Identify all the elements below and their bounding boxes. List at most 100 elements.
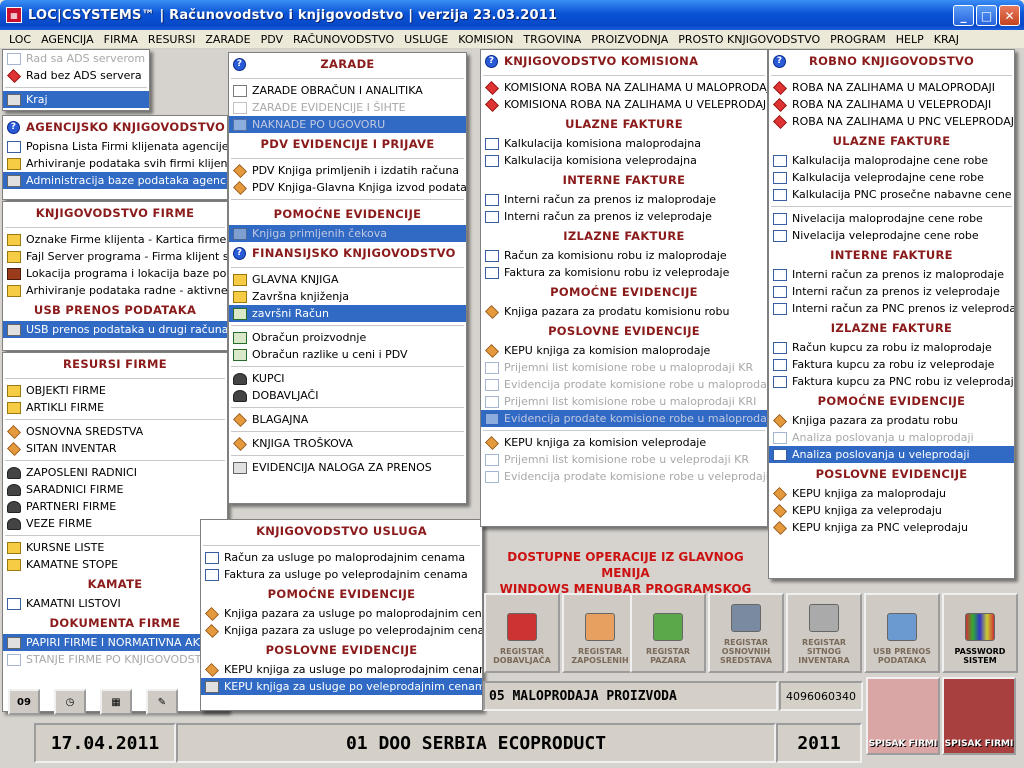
menu-item-prijemni-kr[interactable]: Prijemni list komisione robe u maloproda… bbox=[481, 359, 767, 376]
menu-item-prijemni-kri[interactable]: Prijemni list komisione robe u maloproda… bbox=[481, 393, 767, 410]
calculator-icon[interactable]: ▦ bbox=[100, 689, 132, 715]
registar-zaposlenih-button[interactable]: REGISTAR ZAPOSLENIH bbox=[562, 593, 638, 673]
menu-item-nivel-malo[interactable]: Nivelacija maloprodajne cene robe bbox=[769, 210, 1014, 227]
menubar-item-resursi[interactable]: RESURSI bbox=[143, 33, 201, 46]
menu-item-saradnici[interactable]: SARADNICI FIRME bbox=[3, 481, 227, 498]
menu-item-arhiviranje-radne[interactable]: Arhiviranje podataka radne - aktivne fir… bbox=[3, 282, 227, 299]
menubar-item-loc[interactable]: LOC bbox=[4, 33, 36, 46]
menu-item-lokacija[interactable]: Lokacija programa i lokacija baze podata… bbox=[3, 265, 227, 282]
menu-item-kalk-malo[interactable]: Kalkulacija maloprodajne cene robe bbox=[769, 152, 1014, 169]
menu-item-roba-velo[interactable]: ROBA NA ZALIHAMA U VELEPRODAJI bbox=[769, 96, 1014, 113]
menu-item-pdv-glavna[interactable]: PDV Knjiga-Glavna Knjiga izvod podataka bbox=[229, 179, 466, 196]
menu-item-kepu-malo[interactable]: KEPU knjiga za usluge po maloprodajnim c… bbox=[201, 661, 482, 678]
menu-item-kepu-veleprodaja[interactable]: KEPU knjiga za veleprodaju bbox=[769, 502, 1014, 519]
menu-item-blagajna[interactable]: BLAGAJNA bbox=[229, 411, 466, 428]
menu-item-kraj[interactable]: Kraj bbox=[3, 91, 149, 108]
menu-item-interni-kom-velo[interactable]: Interni račun za prenos iz veleprodaje bbox=[481, 208, 767, 225]
menu-item-knjiga-pazara[interactable]: Knjiga pazara za prodatu robu bbox=[769, 412, 1014, 429]
menu-item-evidencija-naloga[interactable]: EVIDENCIJA NALOGA ZA PRENOS bbox=[229, 459, 466, 476]
menu-item-komisiona-velo[interactable]: KOMISIONA ROBA NA ZALIHAMA U VELEPRODAJI bbox=[481, 96, 767, 113]
menu-item-kepu-velo[interactable]: KEPU knjiga za usluge po veleprodajnim c… bbox=[201, 678, 482, 695]
usb-prenos-button[interactable]: USB PRENOS PODATAKA bbox=[864, 593, 940, 673]
menu-item-zavrsna-knjizenja[interactable]: Završna knjiženja bbox=[229, 288, 466, 305]
menu-item-faktura-kupcu[interactable]: Faktura kupcu za robu iz veleprodaje bbox=[769, 356, 1014, 373]
menu-item-pazar-malo[interactable]: Knjiga pazara za usluge po maloprodajnim… bbox=[201, 605, 482, 622]
menu-item-evidencija-kri1[interactable]: Evidencija prodate komisione robe u malo… bbox=[481, 410, 767, 427]
menu-item-nivel-velo[interactable]: Nivelacija veleprodajne cene robe bbox=[769, 227, 1014, 244]
menu-item-knjiga-troskova[interactable]: KNJIGA TROŠKOVA bbox=[229, 435, 466, 452]
registar-sitnog-inventara-button[interactable]: REGISTAR SITNOG INVENTARA bbox=[786, 593, 862, 673]
menu-item-kamatne-stope[interactable]: KAMATNE STOPE bbox=[3, 556, 227, 573]
menu-item-kalk-velo[interactable]: Kalkulacija veleprodajne cene robe bbox=[769, 169, 1014, 186]
menubar-item-proizvodnja[interactable]: PROIZVODNJA bbox=[586, 33, 673, 46]
menu-item-oznake-firme[interactable]: Oznake Firme klijenta - Kartica firme bbox=[3, 231, 227, 248]
clock-icon[interactable]: ◷ bbox=[54, 689, 86, 715]
menu-item-partneri[interactable]: PARTNERI FIRME bbox=[3, 498, 227, 515]
menu-item-prijemni-velo-kr[interactable]: Prijemni list komisione robe u veleproda… bbox=[481, 451, 767, 468]
menu-item-arhiviranje[interactable]: Arhiviranje podataka svih firmi klijenat… bbox=[3, 155, 227, 172]
menu-item-fajl-server[interactable]: Fajl Server programa - Firma klijent ser… bbox=[3, 248, 227, 265]
menubar-item-firma[interactable]: FIRMA bbox=[99, 33, 143, 46]
menubar-item-kraj[interactable]: KRAJ bbox=[929, 33, 964, 46]
menu-item-analiza-malo[interactable]: Analiza poslovanja u maloprodaji bbox=[769, 429, 1014, 446]
menu-item-zarade-obracun[interactable]: ZARADE OBRAČUN I ANALITIKA bbox=[229, 82, 466, 99]
menu-item-kepu-kom-malo[interactable]: KEPU knjiga za komision maloprodaje bbox=[481, 342, 767, 359]
menu-item-kalk-pnc[interactable]: Kalkulacija PNC prosečne nabavne cene bbox=[769, 186, 1014, 203]
menu-item-zavrsni-racun[interactable]: završni Račun bbox=[229, 305, 466, 322]
menu-item-dobavljaci[interactable]: DOBAVLJAČI bbox=[229, 387, 466, 404]
menu-item-evidencija-kr1[interactable]: Evidencija prodate komisione robe u malo… bbox=[481, 376, 767, 393]
password-sistem-button[interactable]: PASSWORD SISTEM bbox=[942, 593, 1018, 673]
menu-item-pazar-kom[interactable]: Knjiga pazara za prodatu komisionu robu bbox=[481, 303, 767, 320]
spisak-firmi-button-2[interactable]: SPISAK FIRMI bbox=[942, 677, 1016, 755]
menu-item-kepu-maloprodaja[interactable]: KEPU knjiga za maloprodaju bbox=[769, 485, 1014, 502]
menu-item-kursne-liste[interactable]: KURSNE LISTE bbox=[3, 539, 227, 556]
menu-item-objekti[interactable]: OBJEKTI FIRME bbox=[3, 382, 227, 399]
menu-item-ads-server[interactable]: Rad sa ADS serverom bbox=[3, 50, 149, 67]
menu-item-zarade-evidencije[interactable]: ZARADE EVIDENCIJE I ŠIHTE bbox=[229, 99, 466, 116]
menu-item-interni-pnc[interactable]: Interni račun za PNC prenos iz veleproda… bbox=[769, 300, 1014, 317]
close-button[interactable]: ✕ bbox=[999, 5, 1020, 26]
spisak-firmi-button-1[interactable]: SPISAK FIRMI bbox=[866, 677, 940, 755]
menubar-item-ra-unovodstvo[interactable]: RAČUNOVODSTVO bbox=[288, 33, 399, 46]
menu-item-pazar-velo[interactable]: Knjiga pazara za usluge po veleprodajnim… bbox=[201, 622, 482, 639]
menu-item-interni-malo[interactable]: Interni račun za prenos iz maloprodaje bbox=[769, 266, 1014, 283]
menu-item-kalk-kom-malo[interactable]: Kalkulacija komisiona maloprodajna bbox=[481, 135, 767, 152]
menu-item-kamatni-listovi[interactable]: KAMATNI LISTOVI bbox=[3, 595, 227, 612]
menu-item-faktura-pnc[interactable]: Faktura kupcu za PNC robu iz veleprodaje bbox=[769, 373, 1014, 390]
menubar-item-prosto-knjigovodstvo[interactable]: PROSTO KNJIGOVODSTVO bbox=[673, 33, 825, 46]
menu-item-papiri-firme[interactable]: PAPIRI FIRME I NORMATIVNA AKTA bbox=[3, 634, 227, 651]
menu-item-faktura-kom[interactable]: Faktura za komisionu robu iz veleprodaje bbox=[481, 264, 767, 281]
menubar-item-zarade[interactable]: ZARADE bbox=[200, 33, 255, 46]
menu-item-roba-pnc[interactable]: ROBA NA ZALIHAMA U PNC VELEPRODAJI bbox=[769, 113, 1014, 130]
menu-item-racun-usluge[interactable]: Račun za usluge po maloprodajnim cenama bbox=[201, 549, 482, 566]
maximize-button[interactable]: □ bbox=[976, 5, 997, 26]
menu-item-veze[interactable]: VEZE FIRME bbox=[3, 515, 227, 532]
menu-item-roba-malo[interactable]: ROBA NA ZALIHAMA U MALOPRODAJI bbox=[769, 79, 1014, 96]
menubar-item-help[interactable]: HELP bbox=[891, 33, 929, 46]
menu-item-knjiga-cekova[interactable]: Knjiga primljenih čekova bbox=[229, 225, 466, 242]
menubar-item-trgovina[interactable]: TRGOVINA bbox=[518, 33, 586, 46]
registar-pazara-button[interactable]: REGISTAR PAZARA bbox=[630, 593, 706, 673]
menu-item-kupci[interactable]: KUPCI bbox=[229, 370, 466, 387]
menu-item-pdv-knjiga[interactable]: PDV Knjiga primljenih i izdatih računa bbox=[229, 162, 466, 179]
menu-item-interni-velo[interactable]: Interni račun za prenos iz veleprodaje bbox=[769, 283, 1014, 300]
registar-osnovnih-sredstava-button[interactable]: REGISTAR OSNOVNIH SREDSTAVA bbox=[708, 593, 784, 673]
menu-item-kepu-kom-velo[interactable]: KEPU knjiga za komision veleprodaje bbox=[481, 434, 767, 451]
menu-item-evidencija-velo-kr1[interactable]: Evidencija prodate komisione robe u vele… bbox=[481, 468, 767, 485]
menu-item-komisiona-malo[interactable]: KOMISIONA ROBA NA ZALIHAMA U MALOPRODAJI bbox=[481, 79, 767, 96]
menu-item-administracija[interactable]: Administracija baze podataka agencije bbox=[3, 172, 227, 189]
pen-icon[interactable]: ✎ bbox=[146, 689, 178, 715]
menu-item-kalk-kom-velo[interactable]: Kalkulacija komisiona veleprodajna bbox=[481, 152, 767, 169]
menu-item-obracun-proizvodnje[interactable]: Obračun proizvodnje bbox=[229, 329, 466, 346]
menubar-item-usluge[interactable]: USLUGE bbox=[399, 33, 453, 46]
menu-item-popisna-lista[interactable]: Popisna Lista Firmi klijenata agencije bbox=[3, 138, 227, 155]
menu-item-glavna-knjiga[interactable]: GLAVNA KNJIGA bbox=[229, 271, 466, 288]
menu-item-analiza-velo[interactable]: Analiza poslovanja u veleprodaji bbox=[769, 446, 1014, 463]
menu-item-stanje-firme[interactable]: STANJE FIRME PO KNJIGOVODSTVU bbox=[3, 651, 227, 668]
registar-dobavljaca-button[interactable]: REGISTAR DOBAVLJAČA bbox=[484, 593, 560, 673]
menu-item-zaposleni[interactable]: ZAPOSLENI RADNICI bbox=[3, 464, 227, 481]
minimize-button[interactable]: _ bbox=[953, 5, 974, 26]
calendar-icon-button[interactable]: 09 bbox=[8, 689, 40, 715]
menu-item-usb-prenos[interactable]: USB prenos podataka u drugi računar bbox=[3, 321, 227, 338]
menubar-item-pdv[interactable]: PDV bbox=[256, 33, 288, 46]
